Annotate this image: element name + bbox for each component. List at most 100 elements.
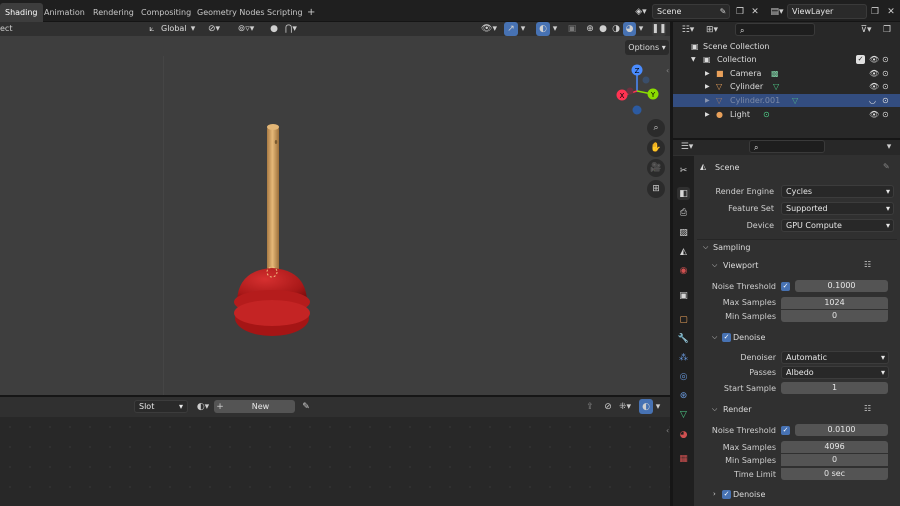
denoise2-checkbox[interactable]: ✓ [722,490,731,499]
data-tab-icon[interactable]: ▽ [677,408,690,421]
new-viewlayer-icon[interactable]: ❐ [869,5,881,18]
denoiser-dropdown[interactable]: Automatic ▾ [781,351,889,364]
denoise-subpanel-title[interactable]: Denoise [733,333,765,342]
chevron-down-icon[interactable]: ▾ [654,400,662,413]
camera-render-icon[interactable]: ⊙ [882,80,889,93]
3d-viewport[interactable] [0,22,670,396]
texture-tab-icon[interactable]: ▦ [677,452,690,465]
mesh-data-icon[interactable]: ▽ [792,94,798,107]
snapping-icon[interactable]: ⊚▿▾ [228,23,264,35]
snap-target-icon[interactable]: ⁜▾ [616,400,634,413]
vp-min-samples-field[interactable]: 0 [781,310,888,322]
outliner-row-light[interactable]: ▶ ● Light ⊙ 👁 ⊙ [673,108,900,121]
vp-noise-threshold-field[interactable]: 0.1000 [795,280,888,292]
camera-render-icon[interactable]: ⊙ [882,94,889,107]
render-engine-dropdown[interactable]: Cycles ▾ [781,185,894,198]
collection-tab-icon[interactable]: ▣ [677,289,690,302]
world-tab-icon[interactable]: ◉ [677,264,690,277]
camera-data-icon[interactable]: ▩ [771,67,779,80]
denoise-expand-icon[interactable]: ⌵ [712,333,717,342]
wireframe-shading-icon[interactable]: ⊕ [584,23,596,35]
parent-node-icon[interactable]: ⇪ [584,400,596,413]
tool-tab-icon[interactable]: ✂ [677,164,690,177]
viewport-subpanel-title[interactable]: Viewport [723,261,758,270]
slot-dropdown[interactable]: Slot ▾ [134,400,188,413]
new-material-button[interactable]: New [226,400,295,413]
material-tab-icon[interactable]: ◕ [677,428,690,441]
feature-set-dropdown[interactable]: Supported ▾ [781,202,894,215]
r-time-limit-field[interactable]: 0 sec [781,468,888,480]
area-separator[interactable] [670,22,673,506]
sampling-expand-icon[interactable]: ⌵ [703,243,708,252]
scene-browse-icon[interactable]: ◈▾ [630,4,652,19]
outliner-row-cylinder[interactable]: ▶ ▽ Cylinder ▽ 👁 ⊙ [673,80,900,93]
outliner-row-cylinder-001[interactable]: ▶ ▽ Cylinder.001 ▽ ◡ ⊙ [673,94,900,107]
pivot-point-icon[interactable]: ⊘▾ [203,23,225,35]
presets-list-icon[interactable]: ☷ [864,260,871,269]
navigation-gizmo[interactable]: Z X Y [610,60,670,120]
pin-icon[interactable]: ✎ [883,162,890,171]
plunger-model[interactable] [225,120,325,345]
eye-icon[interactable]: 👁 [869,108,879,121]
node-overlays-icon[interactable]: ◐ [639,399,653,414]
object-tab-icon[interactable]: ▢ [677,313,690,326]
eye-icon[interactable]: 👁 [869,53,879,66]
solid-shading-icon[interactable]: ● [597,23,609,35]
render-expand-icon[interactable]: ⌵ [712,405,717,414]
proportional-edit-icon[interactable]: ● [268,23,280,35]
tab-shading[interactable]: Shading [0,3,43,22]
chevron-down-icon[interactable]: ▾ [519,23,527,35]
gizmo-toggle-icon[interactable]: ↗ [504,22,518,36]
delete-scene-icon[interactable]: ✕ [749,5,761,18]
chevron-down-icon[interactable]: ▾ [551,23,559,35]
light-data-icon[interactable]: ⊙ [763,108,770,121]
r-min-samples-field[interactable]: 0 [781,454,888,466]
viewlayer-name-field[interactable]: ViewLayer [787,4,867,19]
editor-type-icon[interactable]: ☰▾ [677,141,697,153]
physics-tab-icon[interactable]: ◎ [677,370,690,383]
new-collection-icon[interactable]: ❐ [881,24,893,36]
expand-arrow-icon[interactable]: ▶ [705,94,710,107]
material-browse-icon[interactable]: ◐▾ [193,400,213,413]
outliner-row-collection[interactable]: ▼ ▣ Collection ✓ 👁 ⊙ [673,53,900,66]
particles-tab-icon[interactable]: ⁂ [677,351,690,364]
view-object-types-icon[interactable]: 👁▾ [480,23,498,35]
render-subpanel-title[interactable]: Render [723,405,751,414]
display-mode-icon[interactable]: ☷▾ [678,24,698,36]
perspective-grid-icon[interactable]: ⊞ [647,180,665,198]
properties-search-input[interactable]: ⌕ [749,140,825,153]
chevron-down-icon[interactable]: ▾ [883,141,895,153]
r-noise-threshold-field[interactable]: 0.0100 [795,424,888,436]
outliner-search-input[interactable]: ⌕ [735,23,815,36]
transform-orientation-dropdown[interactable]: Global [161,24,187,33]
expand-arrow-icon[interactable]: ▼ [691,53,696,66]
camera-render-icon[interactable]: ⊙ [882,108,889,121]
new-material-icon[interactable]: + [214,400,226,413]
device-dropdown[interactable]: GPU Compute ▾ [781,219,894,232]
area-separator[interactable] [0,395,670,397]
sampling-panel-title[interactable]: Sampling [713,243,750,252]
xray-icon[interactable]: ▣ [566,23,578,35]
expand-arrow-icon[interactable]: ▶ [705,67,710,80]
camera-render-icon[interactable]: ⊙ [882,67,889,80]
constraints-tab-icon[interactable]: ⊛ [677,389,690,402]
new-scene-icon[interactable]: ❐ [734,5,746,18]
passes-dropdown[interactable]: Albedo ▾ [781,366,889,379]
zoom-icon[interactable]: ⌕ [647,119,665,137]
falloff-icon[interactable]: ⋂▾ [282,23,300,35]
mesh-data-icon[interactable]: ▽ [773,80,779,93]
collapse-arrow-icon[interactable]: ‹ [666,66,669,75]
exclude-checkbox[interactable]: ✓ [856,55,865,64]
eye-icon[interactable]: 👁 [869,80,879,93]
outliner-row-camera[interactable]: ▶ ■ Camera ▩ 👁 ⊙ [673,67,900,80]
expand-arrow-icon[interactable]: ▶ [705,108,710,121]
viewport-expand-icon[interactable]: ⌵ [712,261,717,270]
camera-view-icon[interactable]: 🎥 [647,159,665,177]
add-workspace-button[interactable]: + [302,3,320,22]
filter-view-icon[interactable]: ⊞▾ [702,24,722,36]
tab-compositing[interactable]: Compositing [136,3,196,22]
render-tab-icon[interactable]: ◧ [677,187,690,200]
vp-max-samples-field[interactable]: 1024 [781,297,888,309]
start-sample-field[interactable]: 1 [781,382,888,394]
r-max-samples-field[interactable]: 4096 [781,441,888,453]
